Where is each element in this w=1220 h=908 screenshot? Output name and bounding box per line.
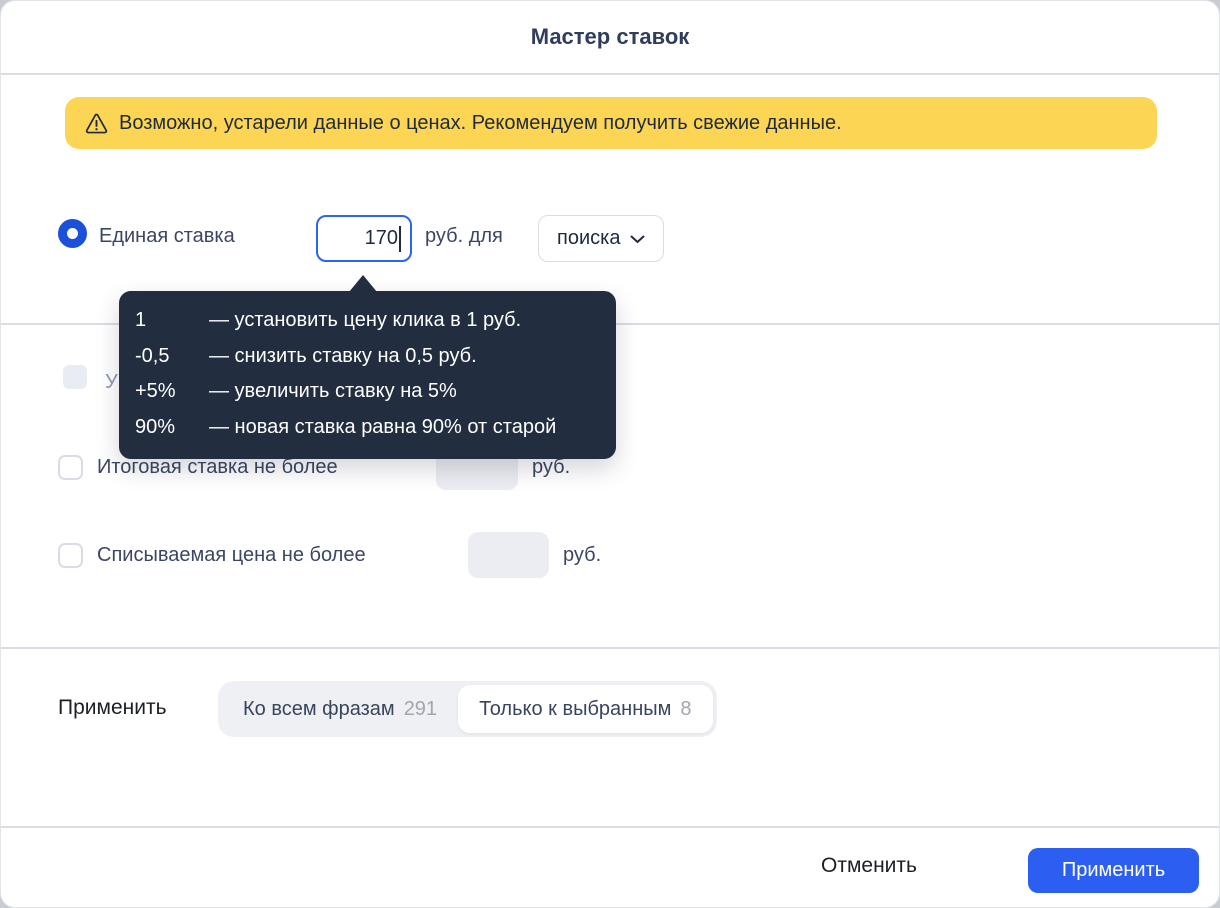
section-divider (1, 647, 1219, 649)
chevron-down-icon (630, 227, 645, 250)
max-charged-price-input[interactable] (468, 532, 549, 578)
segment-label: Ко всем фразам (243, 697, 395, 720)
apply-scope-label: Применить (58, 696, 167, 719)
tooltip-term: +5% (135, 380, 176, 402)
max-final-bid-checkbox[interactable] (58, 455, 83, 480)
tooltip-term: -0,5 (135, 344, 170, 367)
warning-text: Возможно, устарели данные о ценах. Реком… (119, 111, 842, 134)
segment-count: 8 (680, 697, 692, 720)
tooltip-description: — снизить ставку на 0,5 руб. (209, 344, 477, 367)
tooltip-description: — новая ставка равна 90% от старой (209, 415, 557, 438)
header-divider (1, 73, 1219, 75)
stale-prices-warning-banner: Возможно, устарели данные о ценах. Реком… (65, 97, 1157, 149)
disabled-option-checkbox[interactable] (63, 365, 87, 389)
max-final-bid-suffix: руб. (532, 456, 571, 478)
tooltip-description: — увеличить ставку на 5% (209, 380, 457, 402)
warning-triangle-icon (85, 113, 108, 134)
segment-count: 291 (403, 697, 438, 720)
bid-master-dialog: Мастер ставок Возможно, устарели данные … (0, 0, 1220, 908)
bid-target-select[interactable]: поиска (538, 215, 665, 262)
segment-selected-only[interactable]: Только к выбранным 8 (458, 685, 713, 733)
disabled-option-partial-label: У (105, 371, 118, 393)
page-title: Мастер ставок (530, 24, 690, 49)
tooltip-term: 1 (135, 309, 147, 331)
cancel-button[interactable]: Отменить (821, 854, 917, 878)
text-cursor (399, 225, 401, 252)
bid-target-value: поиска (557, 227, 621, 249)
apply-button[interactable]: Применить (1028, 848, 1199, 893)
bid-amount-input[interactable]: 170 (316, 215, 412, 262)
bid-syntax-tooltip: 1 — установить цену клика в 1 руб. -0,5 … (119, 275, 616, 459)
apply-scope-segmented-control: Ко всем фразам 291 Только к выбранным 8 (218, 681, 717, 737)
bid-amount-value: 170 (364, 227, 398, 249)
segment-all-phrases[interactable]: Ко всем фразам 291 (222, 685, 458, 733)
single-bid-radio-label[interactable]: Единая ставка (99, 225, 235, 248)
max-charged-price-label[interactable]: Списываемая цена не более (97, 544, 366, 567)
max-final-bid-label[interactable]: Итоговая ставка не более (97, 456, 338, 479)
segment-label: Только к выбранным (479, 697, 672, 720)
tooltip-description: — установить цену клика в 1 руб. (209, 309, 522, 331)
max-charged-price-checkbox[interactable] (58, 543, 83, 568)
footer-divider (1, 826, 1219, 828)
tooltip-term: 90% (135, 415, 176, 438)
bid-currency-label: руб. для (425, 225, 503, 247)
max-charged-price-suffix: руб. (563, 544, 602, 566)
single-bid-radio[interactable] (58, 219, 87, 248)
